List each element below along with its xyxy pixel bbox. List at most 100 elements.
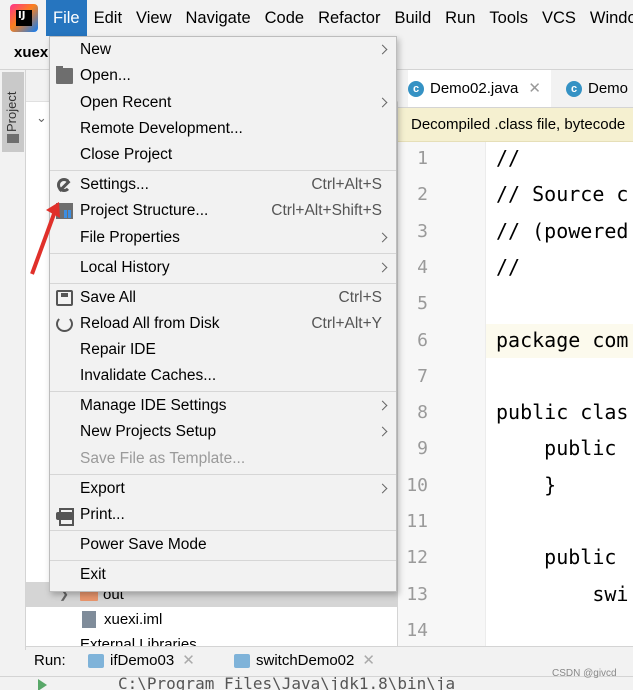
- code-line[interactable]: // Source c: [496, 182, 628, 206]
- menu-item-invalidate-caches[interactable]: Invalidate Caches...: [50, 363, 396, 389]
- menu-item-open-recent[interactable]: Open Recent: [50, 90, 396, 116]
- menu-bar: IJ File Edit View Navigate Code Refactor…: [0, 0, 633, 36]
- folder-icon: [56, 66, 73, 84]
- left-tool-strip: Project: [0, 70, 26, 650]
- rerun-icon[interactable]: [38, 679, 47, 690]
- chevron-down-icon[interactable]: ⌄: [36, 110, 47, 126]
- run-config-icon: [88, 654, 104, 669]
- line-number: 8: [417, 402, 428, 424]
- close-icon[interactable]: ✕: [362, 652, 375, 669]
- code-line[interactable]: }: [496, 473, 556, 497]
- annotation-arrow: [30, 202, 60, 275]
- menu-run[interactable]: Run: [438, 0, 482, 36]
- line-number: 2: [417, 184, 428, 206]
- chevron-right-icon: [378, 37, 388, 63]
- intellij-logo-icon: IJ: [10, 4, 38, 32]
- line-number: 11: [406, 511, 428, 532]
- chevron-right-icon: [378, 225, 388, 251]
- menu-item-reload-all[interactable]: Reload All from Disk Ctrl+Alt+Y: [50, 311, 396, 337]
- reload-icon: [56, 316, 73, 332]
- run-tab-label: ifDemo03: [110, 652, 175, 669]
- editor-tab-label: Demo: [588, 80, 629, 97]
- project-tool-tab-label: Project: [4, 91, 19, 132]
- menu-item-new-projects-setup[interactable]: New Projects Setup: [50, 419, 396, 445]
- menu-separator: [50, 391, 396, 392]
- run-label: Run:: [34, 652, 66, 669]
- menu-item-local-history[interactable]: Local History: [50, 255, 396, 281]
- chevron-right-icon: [378, 90, 388, 116]
- editor-tab-label: Demo02.java: [430, 80, 519, 97]
- menu-item-new[interactable]: New: [50, 37, 396, 63]
- console-output: C:\Program Files\Java\jdk1.8\bin\ja: [0, 674, 633, 690]
- line-number: 7: [417, 365, 428, 387]
- code-line[interactable]: // (powered: [496, 219, 628, 243]
- menu-item-repair-ide[interactable]: Repair IDE: [50, 337, 396, 363]
- editor-tab-demo[interactable]: c Demo: [566, 70, 629, 107]
- menu-item-settings[interactable]: Settings... Ctrl+Alt+S: [50, 172, 396, 198]
- menu-build[interactable]: Build: [387, 0, 438, 36]
- line-number: 5: [417, 293, 428, 315]
- menu-separator: [50, 560, 396, 561]
- tree-row-iml[interactable]: xuexi.iml: [26, 607, 398, 632]
- menu-separator: [50, 283, 396, 284]
- class-icon: c: [566, 81, 582, 98]
- code-line[interactable]: swi: [496, 582, 628, 606]
- code-line[interactable]: public: [496, 545, 628, 569]
- menu-separator: [50, 170, 396, 171]
- close-icon[interactable]: ✕: [528, 80, 541, 97]
- menu-code[interactable]: Code: [258, 0, 311, 36]
- chevron-right-icon: [378, 255, 388, 281]
- editor-tab-demo02[interactable]: c Demo02.java ✕: [408, 70, 551, 107]
- annotation-arrow-shaft: [30, 213, 56, 275]
- line-number: 3: [417, 220, 428, 242]
- menu-item-project-structure[interactable]: Project Structure... Ctrl+Alt+Shift+S: [50, 198, 396, 224]
- line-number-gutter: 1 2 3 4 5 6 7 8 9 10 11 12 13 14: [398, 142, 486, 650]
- code-line[interactable]: package com: [496, 328, 628, 352]
- code-line[interactable]: //: [496, 146, 520, 170]
- print-icon: [56, 507, 74, 526]
- menu-item-open[interactable]: Open...: [50, 63, 396, 89]
- code-line[interactable]: public clas: [496, 400, 628, 424]
- line-number: 4: [417, 256, 428, 278]
- menu-item-remote-development[interactable]: Remote Development...: [50, 116, 396, 142]
- menu-item-power-save-mode[interactable]: Power Save Mode: [50, 532, 396, 558]
- menu-item-save-all[interactable]: Save All Ctrl+S: [50, 285, 396, 311]
- menu-item-file-properties[interactable]: File Properties: [50, 225, 396, 251]
- line-number: 10: [406, 474, 428, 496]
- close-icon[interactable]: ✕: [182, 652, 195, 669]
- menu-item-export[interactable]: Export: [50, 476, 396, 502]
- code-line[interactable]: public: [496, 436, 628, 460]
- wrench-icon: [56, 177, 73, 193]
- folder-icon: [7, 134, 19, 143]
- code-line[interactable]: //: [496, 255, 520, 279]
- watermark: CSDN @givcd: [552, 668, 617, 679]
- module-file-icon: [82, 611, 96, 628]
- menu-tools[interactable]: Tools: [482, 0, 535, 36]
- run-tool-bar: Run: ifDemo03 ✕ switchDemo02 ✕: [26, 646, 633, 676]
- menu-file[interactable]: File: [46, 0, 87, 36]
- menu-view[interactable]: View: [129, 0, 178, 36]
- editor-area: c Demo02.java ✕ c Demo Decompiled .class fi…: [398, 70, 633, 650]
- menu-item-print[interactable]: Print...: [50, 502, 396, 528]
- class-icon: c: [408, 81, 424, 98]
- menu-separator: [50, 253, 396, 254]
- run-tab-ifdemo03[interactable]: ifDemo03 ✕: [88, 647, 195, 675]
- menu-item-manage-ide-settings[interactable]: Manage IDE Settings: [50, 393, 396, 419]
- menu-refactor[interactable]: Refactor: [311, 0, 387, 36]
- project-tool-tab[interactable]: Project: [2, 72, 24, 152]
- editor-tab-bar: c Demo02.java ✕ c Demo: [398, 70, 633, 108]
- line-number: 6: [417, 329, 428, 351]
- menu-navigate[interactable]: Navigate: [179, 0, 258, 36]
- run-tab-switchdemo02[interactable]: switchDemo02 ✕: [234, 647, 375, 675]
- line-number: 13: [406, 583, 428, 605]
- menu-window[interactable]: Windo: [583, 0, 633, 36]
- menu-vcs[interactable]: VCS: [535, 0, 583, 36]
- decompiled-banner: Decompiled .class file, bytecode: [398, 108, 633, 142]
- chevron-right-icon: [378, 393, 388, 419]
- breadcrumb-project[interactable]: xuexi: [14, 44, 52, 61]
- line-number: 12: [406, 547, 428, 569]
- menu-edit[interactable]: Edit: [87, 0, 129, 36]
- run-tab-label: switchDemo02: [256, 652, 355, 669]
- menu-item-close-project[interactable]: Close Project: [50, 142, 396, 168]
- menu-item-exit[interactable]: Exit: [50, 562, 396, 588]
